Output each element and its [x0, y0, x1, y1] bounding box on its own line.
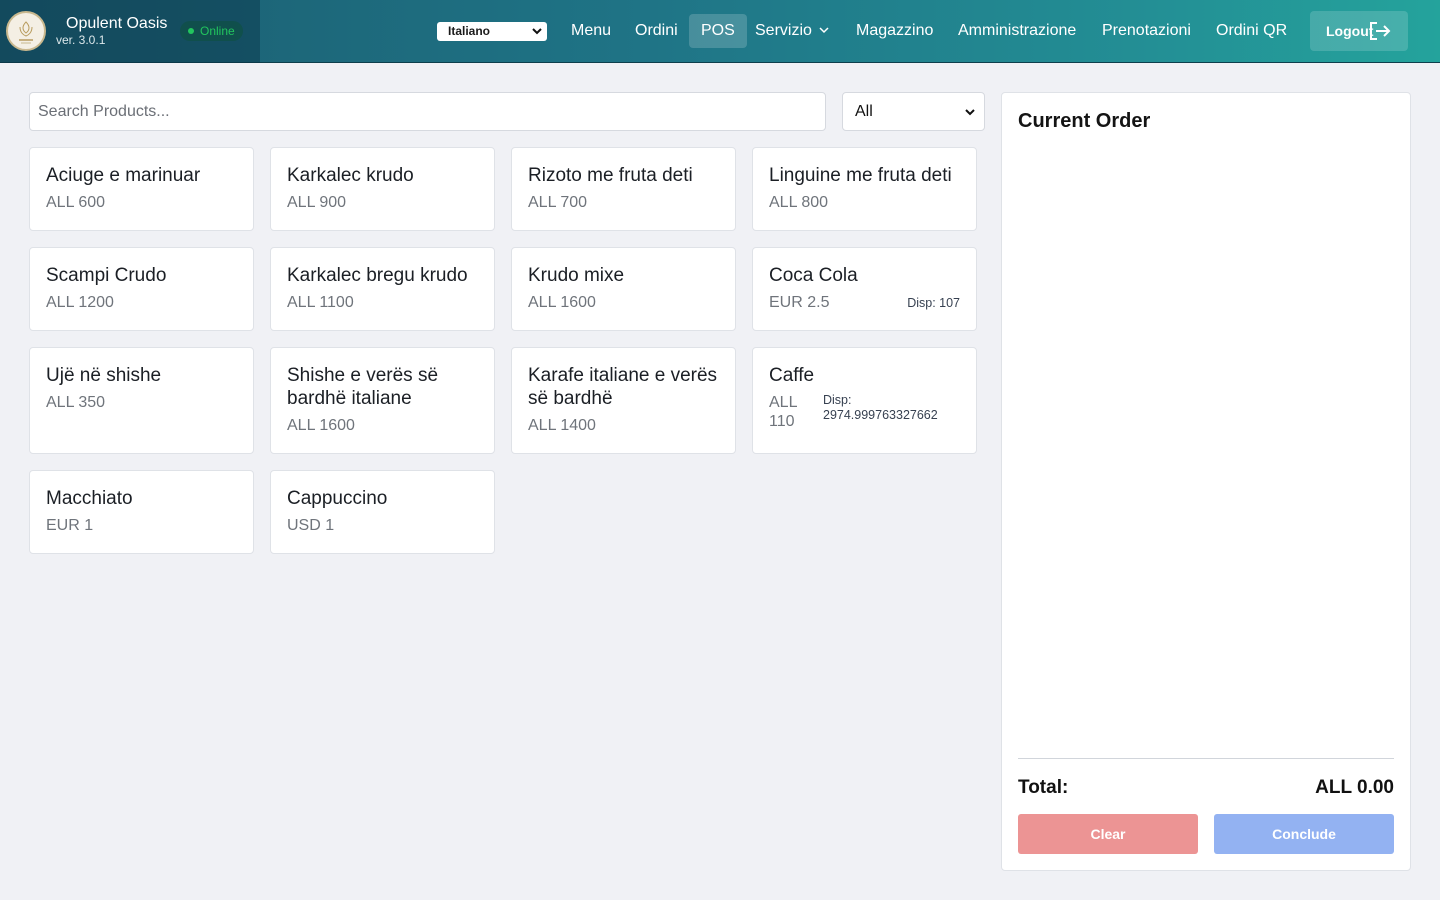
- product-name: Cappuccino: [287, 488, 388, 509]
- total-value: ALL 0.00: [1315, 777, 1394, 798]
- order-title: Current Order: [1018, 110, 1151, 132]
- product-card[interactable]: Cappuccino USD 1: [270, 470, 495, 554]
- product-card[interactable]: Aciuge e marinuar ALL 600: [29, 147, 254, 231]
- product-card[interactable]: Karkalec bregu krudo ALL 1100: [270, 247, 495, 331]
- product-price: ALL 1100: [287, 294, 354, 311]
- product-price: ALL 350: [46, 394, 106, 411]
- status-label: Online: [200, 24, 235, 38]
- order-divider: [1018, 758, 1394, 759]
- nav-amministrazione[interactable]: Amministrazione: [946, 14, 1088, 48]
- nav-magazzino[interactable]: Magazzino: [844, 14, 945, 48]
- product-name: Scampi Crudo: [46, 265, 167, 286]
- product-name: Krudo mixe: [528, 265, 625, 286]
- product-card[interactable]: Karafe italiane e verës së bardhë ALL 14…: [511, 347, 736, 454]
- chevron-down-icon: [819, 27, 829, 33]
- product-price: EUR 1: [46, 517, 94, 534]
- product-name: Rizoto me fruta deti: [528, 165, 693, 186]
- product-card[interactable]: Ujë në shishe ALL 350: [29, 347, 254, 454]
- filter-selected-value: All: [855, 103, 873, 120]
- product-stock: Disp: 2974.999763327662: [823, 393, 938, 423]
- product-price: ALL 1200: [46, 294, 114, 311]
- restaurant-logo: [6, 11, 46, 51]
- product-price: ALL 600: [46, 194, 106, 211]
- product-name: Aciuge e marinuar: [46, 165, 201, 186]
- chevron-down-icon: [532, 28, 542, 35]
- product-card[interactable]: Coca Cola EUR 2.5 Disp: 107: [752, 247, 977, 331]
- nav-ordini-qr[interactable]: Ordini QR: [1204, 14, 1299, 48]
- product-stock-label: Disp:: [823, 393, 852, 407]
- logout-button[interactable]: Logout: [1310, 11, 1408, 51]
- product-card[interactable]: Rizoto me fruta deti ALL 700: [511, 147, 736, 231]
- product-card[interactable]: Shishe e verës së bardhë italiane ALL 16…: [270, 347, 495, 454]
- language-selected-value: Italiano: [448, 24, 491, 38]
- nav-servizio-dropdown[interactable]: Servizio: [743, 14, 842, 48]
- current-order-panel: Current Order Total: ALL 0.00 Clear Conc…: [1001, 92, 1411, 871]
- product-price: ALL 800: [769, 194, 829, 211]
- nav-menu[interactable]: Menu: [559, 14, 623, 48]
- conclude-button[interactable]: Conclude: [1214, 814, 1394, 854]
- product-search-field[interactable]: [29, 92, 826, 131]
- product-price: ALL 110: [769, 394, 797, 430]
- product-name: Linguine me fruta deti: [769, 165, 952, 186]
- nav-prenotazioni[interactable]: Prenotazioni: [1090, 14, 1203, 48]
- product-price: EUR 2.5: [769, 294, 830, 311]
- product-stock: Disp: 107: [907, 296, 960, 310]
- product-price: ALL 1400: [528, 417, 596, 434]
- product-name: Ujë në shishe: [46, 365, 162, 386]
- chevron-down-icon: [965, 109, 975, 116]
- product-name: Karkalec krudo: [287, 165, 414, 186]
- clear-button[interactable]: Clear: [1018, 814, 1198, 854]
- product-price: ALL 1600: [528, 294, 596, 311]
- product-name: Karafe italiane e verës së bardhë: [528, 365, 718, 409]
- search-input[interactable]: [30, 93, 825, 130]
- product-name: Macchiato: [46, 488, 133, 509]
- language-select[interactable]: Italiano: [437, 22, 547, 41]
- app-version: ver. 3.0.1: [56, 33, 106, 47]
- product-card[interactable]: Scampi Crudo ALL 1200: [29, 247, 254, 331]
- logout-icon: [1370, 22, 1391, 40]
- product-name: Karkalec bregu krudo: [287, 265, 468, 286]
- top-navbar: Opulent Oasis ver. 3.0.1 Online Italiano…: [0, 0, 1440, 63]
- status-dot-icon: [188, 28, 194, 34]
- product-card[interactable]: Linguine me fruta deti ALL 800: [752, 147, 977, 231]
- online-status-badge: Online: [180, 21, 243, 41]
- nav-pos[interactable]: POS: [689, 14, 747, 48]
- product-card[interactable]: Caffe ALL 110 Disp: 2974.999763327662: [752, 347, 977, 454]
- product-stock-value: 2974.999763327662: [823, 408, 938, 422]
- brand-name: Opulent Oasis: [66, 15, 168, 32]
- product-price: ALL 700: [528, 194, 588, 211]
- brand-block: Opulent Oasis ver. 3.0.1 Online: [0, 0, 260, 63]
- product-price: USD 1: [287, 517, 335, 534]
- logout-label: Logout: [1326, 23, 1374, 39]
- product-card[interactable]: Macchiato EUR 1: [29, 470, 254, 554]
- product-card[interactable]: Karkalec krudo ALL 900: [270, 147, 495, 231]
- product-name: Coca Cola: [769, 265, 858, 286]
- product-name: Caffe: [769, 365, 815, 386]
- product-price: ALL 1600: [287, 417, 355, 434]
- nav-ordini[interactable]: Ordini: [623, 14, 690, 48]
- total-label: Total:: [1018, 777, 1069, 798]
- product-name: Shishe e verës së bardhë italiane: [287, 365, 439, 409]
- product-card[interactable]: Krudo mixe ALL 1600: [511, 247, 736, 331]
- category-filter-select[interactable]: All: [842, 92, 985, 131]
- product-price: ALL 900: [287, 194, 347, 211]
